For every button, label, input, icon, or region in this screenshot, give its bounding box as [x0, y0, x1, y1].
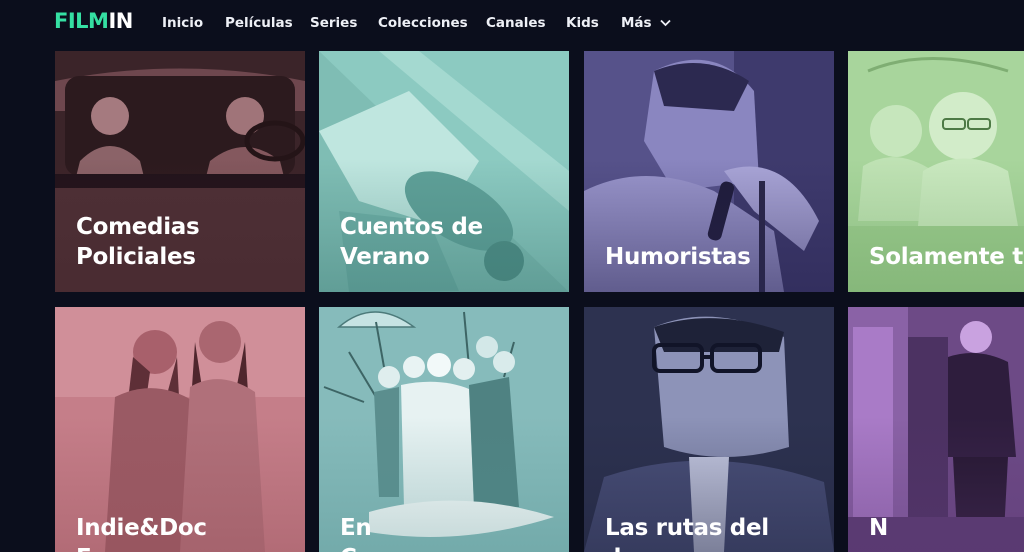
card-overlay: [848, 159, 1024, 292]
collection-card-las-rutas-del[interactable]: Las rutas del d: [584, 307, 834, 552]
collection-title: En C: [340, 515, 372, 552]
collection-card-comedias-policiales[interactable]: Comedias Policiales: [55, 51, 305, 292]
collection-card-cuentos-de-verano[interactable]: Cuentos de Verano: [319, 51, 569, 292]
top-navigation: FILMIN Inicio Películas Series Coleccion…: [0, 0, 1024, 46]
collection-title: Humoristas: [605, 244, 751, 270]
card-overlay: [584, 159, 834, 292]
nav-item-colecciones[interactable]: Colecciones: [378, 15, 468, 31]
nav-item-mas-label: Más: [621, 15, 652, 31]
nav-item-peliculas[interactable]: Películas: [225, 15, 293, 31]
collection-title: Las rutas del d: [605, 515, 769, 552]
logo-main: FILM: [54, 9, 109, 33]
nav-item-inicio[interactable]: Inicio: [162, 15, 203, 31]
collection-title: Cuentos de Verano: [340, 214, 483, 270]
nav-item-kids[interactable]: Kids: [566, 15, 599, 31]
collection-title: N: [869, 515, 888, 541]
collection-title: Comedias Policiales: [76, 214, 200, 270]
nav-item-canales[interactable]: Canales: [486, 15, 546, 31]
collection-card-solamente[interactable]: Solamente t: [848, 51, 1024, 292]
collection-title: Solamente t: [869, 244, 1024, 270]
collection-card-en-comunidad[interactable]: En C: [319, 307, 569, 552]
collection-card-humoristas[interactable]: Humoristas: [584, 51, 834, 292]
filmin-logo[interactable]: FILMIN: [54, 9, 133, 33]
collection-title: Indie&Doc F: [76, 515, 207, 552]
nav-item-mas[interactable]: Más: [621, 15, 671, 31]
collection-card-indie-doc[interactable]: Indie&Doc F: [55, 307, 305, 552]
chevron-down-icon: [660, 19, 671, 27]
logo-accent: IN: [108, 9, 133, 33]
collection-card-n[interactable]: N: [848, 307, 1024, 552]
nav-item-series[interactable]: Series: [310, 15, 357, 31]
